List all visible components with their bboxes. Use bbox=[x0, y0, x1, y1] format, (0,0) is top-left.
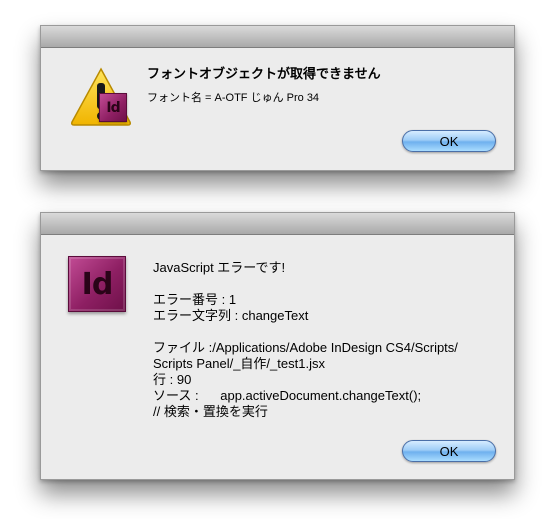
ok-button[interactable]: OK bbox=[402, 440, 496, 462]
error-message: JavaScript エラーです! エラー番号 : 1 エラー文字列 : cha… bbox=[153, 260, 458, 420]
indesign-badge-icon: Id bbox=[99, 93, 127, 122]
dialog-title: フォントオブジェクトが取得できません bbox=[147, 66, 381, 81]
indesign-app-icon: Id bbox=[68, 256, 126, 312]
message-line: ソース : app.activeDocument.changeText(); bbox=[153, 388, 422, 403]
message-line: Scripts Panel/_自作/_test1.jsx bbox=[153, 356, 325, 371]
dialog-titlebar[interactable] bbox=[41, 213, 514, 235]
message-line: エラー文字列 : changeText bbox=[153, 308, 309, 323]
javascript-error-dialog: Id JavaScript エラーです! エラー番号 : 1 エラー文字列 : … bbox=[40, 212, 515, 480]
font-error-dialog: Id フォントオブジェクトが取得できません フォント名 = A-OTF じゅん … bbox=[40, 25, 515, 171]
message-line: ファイル :/Applications/Adobe InDesign CS4/S… bbox=[153, 340, 458, 355]
dialog-titlebar[interactable] bbox=[41, 26, 514, 48]
message-line: エラー番号 : 1 bbox=[153, 292, 237, 307]
dialog-message: フォント名 = A-OTF じゅん Pro 34 bbox=[147, 92, 320, 104]
message-line: 行 : 90 bbox=[153, 372, 192, 387]
message-line: JavaScript エラーです! bbox=[153, 260, 286, 275]
ok-button[interactable]: OK bbox=[402, 130, 496, 152]
message-line: // 検索・置換を実行 bbox=[153, 404, 268, 419]
